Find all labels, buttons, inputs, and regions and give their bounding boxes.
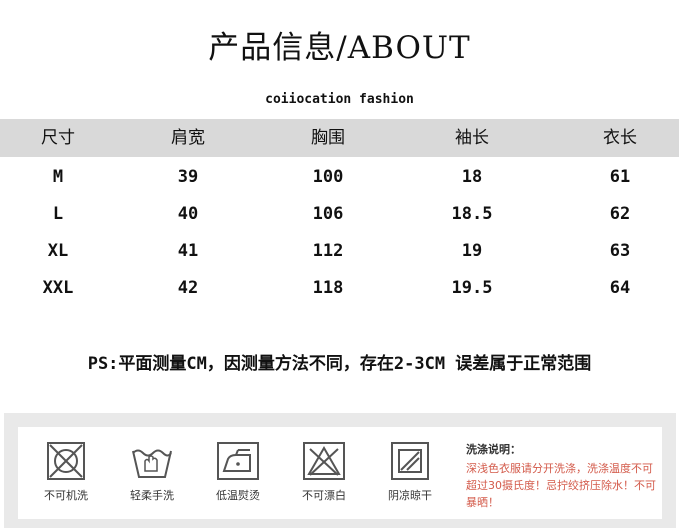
care-item-no-bleach: 不可漂白	[286, 441, 362, 503]
wash-instructions: 洗涤说明： 深浅色衣服请分开洗涤，洗涤温度不可超过30摄氏度！忌拧绞挤压除水！不…	[466, 441, 656, 511]
gentle-hand-wash-icon	[114, 441, 190, 481]
no-bleach-icon	[286, 441, 362, 481]
table-cell: 112	[312, 241, 344, 261]
table-row: XXL 42 118 19.5 64	[0, 270, 679, 307]
page-title: 产品信息/ABOUT	[208, 30, 471, 66]
table-cell: 18.5	[451, 204, 493, 224]
no-machine-wash-icon	[28, 441, 104, 481]
table-row: L 40 106 18.5 62	[0, 196, 679, 233]
care-item-shade-dry: 阴凉晾干	[372, 441, 448, 503]
care-label: 不可机洗	[44, 489, 88, 502]
shade-dry-icon	[372, 441, 448, 481]
table-cell: 62	[609, 204, 631, 224]
low-temp-iron-icon	[200, 441, 276, 481]
care-panel: 不可机洗 轻柔手洗 低温熨烫 不可漂白 阴凉晾干 洗涤说明： 深浅色衣服请分开洗…	[4, 413, 676, 528]
table-cell: 19	[461, 241, 483, 261]
brand-subtitle: coiiocation fashion	[265, 92, 414, 107]
table-cell: 18	[461, 167, 483, 187]
col-header-shoulder: 肩宽	[171, 128, 205, 148]
table-cell: L	[52, 204, 64, 224]
table-cell: 39	[177, 167, 199, 187]
table-row: M 39 100 18 61	[0, 159, 679, 196]
table-cell: XL	[47, 241, 69, 261]
table-cell: 100	[312, 167, 344, 187]
table-cell: 64	[609, 278, 631, 298]
care-label: 低温熨烫	[216, 489, 260, 502]
col-header-length: 衣长	[603, 128, 637, 148]
care-label: 轻柔手洗	[130, 489, 174, 502]
wash-instructions-title: 洗涤说明：	[466, 443, 521, 456]
table-cell: 40	[177, 204, 199, 224]
table-header: 尺寸 肩宽 胸围 袖长 衣长	[0, 119, 679, 157]
col-header-size: 尺寸	[41, 128, 75, 148]
wash-instructions-text: 深浅色衣服请分开洗涤，洗涤温度不可超过30摄氏度！忌拧绞挤压除水！不可暴晒！	[466, 462, 656, 509]
care-label: 阴凉晾干	[388, 489, 432, 502]
table-cell: 42	[177, 278, 199, 298]
col-header-chest: 胸围	[311, 128, 345, 148]
care-item-gentle-hand-wash: 轻柔手洗	[114, 441, 190, 503]
table-cell: 106	[312, 204, 344, 224]
table-cell: 61	[609, 167, 631, 187]
table-cell: M	[52, 167, 64, 187]
care-item-no-machine-wash: 不可机洗	[28, 441, 104, 503]
size-table: 尺寸 肩宽 胸围 袖长 衣长 M 39 100 18 61 L 40 106 1…	[0, 119, 679, 307]
care-item-low-temp-iron: 低温熨烫	[200, 441, 276, 503]
care-card: 不可机洗 轻柔手洗 低温熨烫 不可漂白 阴凉晾干 洗涤说明： 深浅色衣服请分开洗…	[18, 427, 662, 519]
table-row: XL 41 112 19 63	[0, 233, 679, 270]
col-header-sleeve: 袖长	[455, 128, 489, 148]
care-label: 不可漂白	[302, 489, 346, 502]
table-cell: XXL	[42, 278, 74, 298]
table-cell: 41	[177, 241, 199, 261]
table-cell: 118	[312, 278, 344, 298]
measurement-note: PS:平面测量CM，因测量方法不同，存在2-3CM 误差属于正常范围	[87, 354, 592, 374]
table-cell: 63	[609, 241, 631, 261]
table-cell: 19.5	[451, 278, 493, 298]
